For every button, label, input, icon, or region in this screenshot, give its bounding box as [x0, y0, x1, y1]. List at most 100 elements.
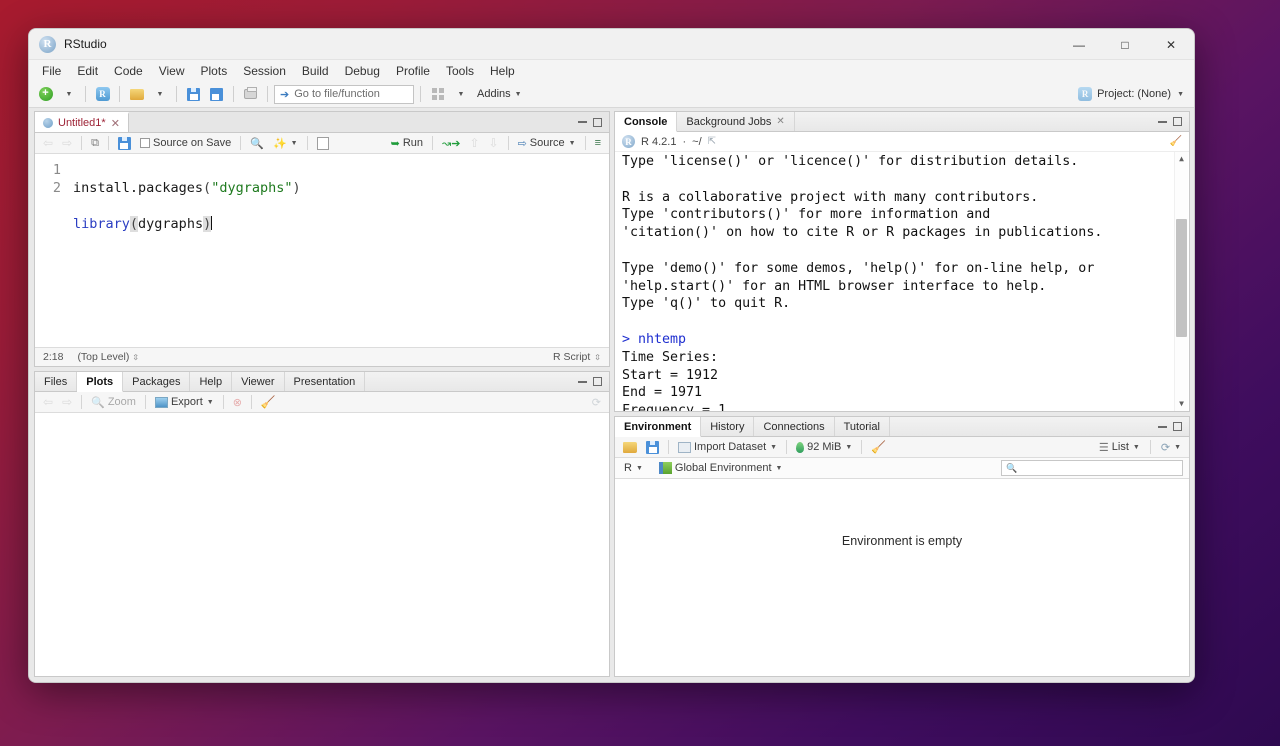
minimize-pane-icon[interactable] — [1158, 425, 1167, 428]
source-forward-button[interactable]: ⇨ — [59, 135, 75, 151]
source-find-button[interactable]: 🔍 — [247, 136, 267, 151]
language-selector[interactable]: R ▼ — [621, 461, 646, 475]
tab-plots[interactable]: Plots — [77, 372, 124, 392]
tab-files[interactable]: Files — [35, 372, 78, 391]
menu-debug[interactable]: Debug — [337, 62, 388, 80]
document-outline-button[interactable]: ≡ — [592, 136, 604, 150]
prev-chunk-button[interactable]: ⇧ — [466, 135, 482, 151]
menu-code[interactable]: Code — [106, 62, 151, 80]
source-button[interactable]: ⇨ Source ▼ — [515, 136, 579, 151]
minimize-pane-icon[interactable] — [1158, 120, 1167, 123]
tab-viewer[interactable]: Viewer — [232, 372, 285, 391]
environment-selector[interactable]: Global Environment ▼ — [656, 461, 786, 475]
chevron-down-icon: ▼ — [1132, 443, 1140, 451]
scrollbar-thumb[interactable] — [1176, 219, 1187, 337]
minimize-pane-icon[interactable] — [578, 121, 587, 123]
new-file-button[interactable]: + — [35, 84, 56, 105]
rerun-button[interactable]: ↝➔ — [439, 136, 463, 151]
plots-export-button[interactable]: Export ▼ — [152, 395, 217, 409]
tab-packages[interactable]: Packages — [123, 372, 191, 391]
source-tab-untitled1[interactable]: Untitled1* ✕ — [35, 112, 129, 132]
close-button[interactable]: ✕ — [1148, 29, 1194, 60]
run-button[interactable]: ➥ Run — [388, 136, 426, 151]
panes-dropdown[interactable]: ▼ — [450, 84, 471, 105]
close-icon[interactable]: ✕ — [111, 117, 120, 130]
menu-help[interactable]: Help — [482, 62, 523, 80]
environment-search-input[interactable]: 🔍 — [1001, 460, 1183, 476]
source-on-save-checkbox[interactable]: Source on Save — [137, 136, 234, 150]
tab-environment[interactable]: Environment — [615, 417, 702, 437]
menu-tools[interactable]: Tools — [438, 62, 482, 80]
tab-history[interactable]: History — [701, 417, 755, 436]
new-project-button[interactable]: R — [92, 84, 113, 105]
filetype-selector[interactable]: R Script ⇳ — [553, 351, 601, 363]
tab-console[interactable]: Console — [615, 112, 678, 132]
tab-presentation[interactable]: Presentation — [285, 372, 366, 391]
chevron-down-icon: ▼ — [775, 464, 783, 472]
menu-plots[interactable]: Plots — [193, 62, 236, 80]
plots-back-button[interactable]: ⇦ — [40, 394, 56, 410]
new-file-dropdown[interactable]: ▼ — [58, 84, 79, 105]
project-selector[interactable]: R Project: (None) ▼ — [1078, 87, 1188, 101]
code-text-area[interactable]: install.packages("dygraphs") library(dyg… — [67, 154, 609, 347]
open-file-button[interactable] — [126, 84, 147, 105]
console-scrollbar[interactable]: ▲ ▼ — [1174, 152, 1188, 411]
scroll-up-icon[interactable]: ▲ — [1179, 152, 1184, 166]
console-clear-icon[interactable]: 🧹 — [1170, 136, 1182, 147]
goto-file-function-input[interactable]: ➔ Go to file/function — [274, 84, 414, 104]
language-label: R — [624, 462, 632, 474]
scroll-down-icon[interactable]: ▼ — [1179, 397, 1184, 411]
tab-tutorial[interactable]: Tutorial — [835, 417, 890, 436]
plots-forward-button[interactable]: ⇨ — [59, 394, 75, 410]
tab-background-jobs[interactable]: Background Jobs ✕ — [677, 112, 795, 131]
save-all-button[interactable] — [206, 84, 227, 105]
plots-remove-button[interactable]: ⊗ — [230, 395, 245, 410]
compile-report-button[interactable] — [314, 136, 332, 151]
code-editor[interactable]: 1 2 install.packages("dygraphs") library… — [35, 154, 609, 347]
plots-clear-all-button[interactable]: 🧹 — [258, 394, 279, 410]
menu-view[interactable]: View — [151, 62, 193, 80]
tab-connections[interactable]: Connections — [754, 417, 835, 436]
workspace-panes-button[interactable] — [427, 84, 448, 105]
menu-edit[interactable]: Edit — [69, 62, 106, 80]
minimize-button[interactable]: — — [1056, 29, 1102, 60]
plots-zoom-button[interactable]: 🔍 Zoom — [88, 395, 139, 410]
scrollbar-track[interactable] — [1175, 166, 1188, 397]
source-save-button[interactable] — [115, 136, 134, 151]
menu-session[interactable]: Session — [235, 62, 294, 80]
source-popout-button[interactable]: ⧉ — [88, 136, 102, 151]
tab-help[interactable]: Help — [190, 372, 233, 391]
plots-refresh-button[interactable]: ⟳ — [589, 395, 604, 410]
menu-build[interactable]: Build — [294, 62, 337, 80]
environment-refresh-button[interactable]: ⟳ ▼ — [1158, 440, 1184, 455]
maximize-pane-icon[interactable] — [1173, 117, 1182, 126]
minimize-pane-icon[interactable] — [578, 380, 587, 383]
save-workspace-button[interactable] — [643, 440, 662, 455]
source-back-button[interactable]: ⇦ — [40, 135, 56, 151]
import-dataset-button[interactable]: Import Dataset ▼ — [675, 440, 780, 454]
console-output[interactable]: Type 'license()' or 'licence()' for dist… — [615, 152, 1189, 411]
console-line: Start = 1912 — [622, 367, 719, 383]
load-workspace-button[interactable] — [620, 441, 640, 454]
menu-file[interactable]: File — [34, 62, 69, 80]
filetype-label: R Script — [552, 351, 591, 363]
addins-button[interactable]: Addins ▼ — [473, 84, 526, 105]
scope-selector[interactable]: (Top Level) ⇳ — [77, 351, 139, 363]
maximize-pane-icon[interactable] — [593, 377, 602, 386]
next-chunk-button[interactable]: ⇩ — [486, 135, 502, 151]
menu-profile[interactable]: Profile — [388, 62, 438, 80]
save-icon — [646, 440, 659, 454]
save-button[interactable] — [183, 84, 204, 105]
popout-icon[interactable]: ⇱ — [708, 136, 716, 147]
maximize-pane-icon[interactable] — [593, 117, 602, 127]
print-button[interactable] — [240, 84, 261, 105]
close-icon[interactable]: ✕ — [776, 116, 784, 127]
clear-objects-button[interactable]: 🧹 — [868, 439, 889, 455]
maximize-button[interactable]: □ — [1102, 29, 1148, 60]
working-directory-label[interactable]: ~/ — [692, 136, 701, 148]
maximize-pane-icon[interactable] — [1173, 422, 1182, 431]
open-recent-dropdown[interactable]: ▼ — [149, 84, 170, 105]
code-tools-button[interactable]: ✨ ▼ — [270, 136, 301, 151]
memory-usage-button[interactable]: 92 MiB ▼ — [793, 440, 855, 454]
view-mode-button[interactable]: ☰ List ▼ — [1096, 440, 1143, 455]
